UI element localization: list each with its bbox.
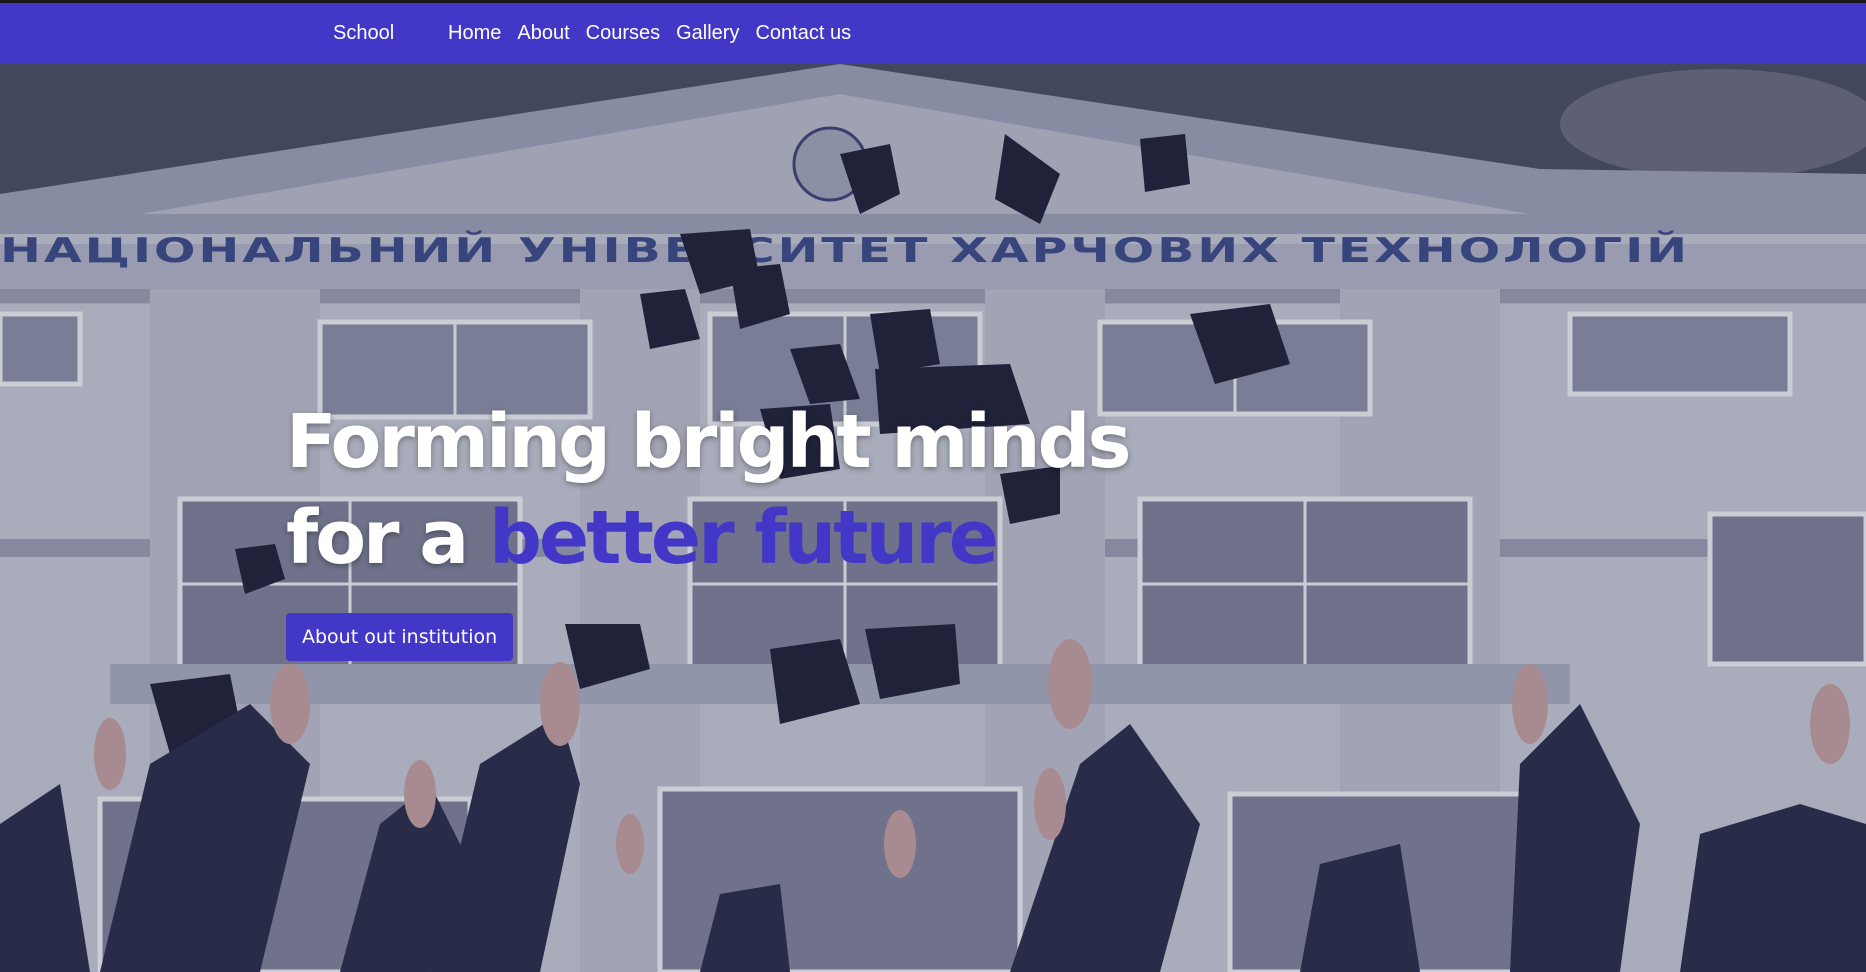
nav-about-link[interactable]: About [517, 22, 569, 45]
top-navbar: School Home About Courses Gallery Contac… [0, 0, 1866, 64]
nav-courses-link[interactable]: Courses [586, 22, 660, 45]
brand-logo[interactable]: School [333, 22, 394, 45]
headline-line-2-prefix: for a [286, 495, 489, 581]
nav-gallery-link[interactable]: Gallery [676, 22, 739, 45]
hero-headline: Forming bright minds for a better future [286, 394, 1132, 586]
nav-home-link[interactable]: Home [448, 22, 501, 45]
headline-line-1: Forming bright minds [286, 399, 1132, 485]
about-institution-button[interactable]: About out institution [286, 613, 514, 661]
headline-accent: better future [489, 495, 999, 581]
hero-section: НАЦІОНАЛЬНИЙ УНІВЕРСИТЕТ ХАРЧОВИХ ТЕХНОЛ… [0, 64, 1866, 972]
nav-contact-link[interactable]: Contact us [755, 22, 851, 45]
main-nav: Home About Courses Gallery Contact us [448, 22, 851, 45]
